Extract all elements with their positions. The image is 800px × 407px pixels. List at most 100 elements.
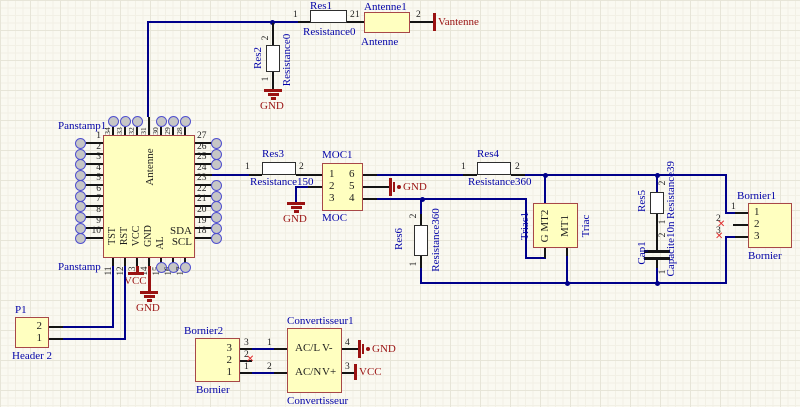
value-label[interactable]: Triac bbox=[580, 215, 592, 238]
wire-segment[interactable] bbox=[377, 174, 463, 176]
no-erc-marker[interactable]: ✕ bbox=[717, 220, 725, 230]
value-label[interactable]: Resistance360 bbox=[430, 208, 442, 272]
wire-segment[interactable] bbox=[566, 256, 568, 284]
value-label[interactable]: Antenne bbox=[361, 36, 398, 48]
value-label[interactable]: Bornier bbox=[748, 250, 782, 262]
pin-pad bbox=[211, 212, 222, 223]
designator-label[interactable]: Convertisseur1 bbox=[287, 315, 354, 327]
wire-segment[interactable] bbox=[420, 282, 727, 284]
designator-label[interactable]: Res6 bbox=[393, 228, 405, 250]
value-label[interactable]: Convertisseur bbox=[287, 395, 348, 407]
wire-segment[interactable] bbox=[147, 21, 149, 117]
value-label[interactable]: Panstamp bbox=[58, 261, 101, 273]
wire-segment[interactable] bbox=[725, 175, 727, 213]
pin-number: 1 bbox=[355, 10, 360, 20]
pin-number: 6 bbox=[88, 184, 101, 194]
pin-number: 2 bbox=[658, 181, 668, 186]
pin-number: 4 bbox=[345, 338, 350, 348]
wire-segment[interactable] bbox=[252, 348, 274, 350]
resistor-res3[interactable] bbox=[262, 162, 296, 175]
junction-dot bbox=[655, 281, 660, 286]
port-vantenne[interactable]: Vantenne bbox=[438, 16, 479, 28]
designator-label[interactable]: Triac1 bbox=[519, 212, 531, 240]
pin-number: 1 bbox=[202, 366, 232, 378]
gnd-bar-dot bbox=[366, 347, 370, 351]
port-bar[interactable] bbox=[433, 13, 436, 31]
pin-number: 2 bbox=[267, 362, 272, 372]
pin-stub bbox=[298, 21, 310, 23]
gnd-earth-icon[interactable] bbox=[140, 291, 158, 294]
no-erc-marker[interactable]: ✕ bbox=[715, 232, 723, 242]
value-label[interactable]: MOC bbox=[322, 212, 347, 224]
value-label[interactable]: Resistance360 bbox=[468, 176, 532, 188]
designator-label[interactable]: Res2 bbox=[252, 47, 264, 69]
pin-number: 30 bbox=[151, 127, 161, 135]
pin-stub bbox=[195, 237, 212, 239]
pin-name: VCC bbox=[132, 226, 142, 247]
wire-segment[interactable] bbox=[63, 338, 126, 340]
gnd-bar-dot bbox=[397, 185, 401, 189]
pin-pad bbox=[211, 138, 222, 149]
resistor-res6[interactable] bbox=[414, 225, 428, 256]
designator-label[interactable]: Res4 bbox=[477, 148, 499, 160]
value-label[interactable]: Bornier bbox=[196, 384, 230, 396]
ic-convertisseur1[interactable] bbox=[287, 328, 342, 393]
gnd-earth-icon[interactable] bbox=[264, 89, 282, 92]
vcc-label: VCC bbox=[359, 366, 382, 378]
pin-number: 2 bbox=[409, 214, 419, 219]
pin-pad bbox=[211, 180, 222, 191]
pin-pad bbox=[75, 233, 86, 244]
gnd-earth-icon[interactable] bbox=[287, 202, 305, 205]
designator-label[interactable]: Antenne1 bbox=[364, 1, 407, 13]
pin-number: 25 bbox=[197, 152, 207, 162]
gnd-bar-icon[interactable] bbox=[358, 340, 361, 358]
wire-segment[interactable] bbox=[63, 326, 114, 328]
designator-label[interactable]: Res5 bbox=[636, 190, 648, 212]
designator-label[interactable]: Cap1 bbox=[636, 241, 648, 264]
value-label[interactable]: Capacite10n bbox=[665, 222, 677, 277]
wire-segment[interactable] bbox=[725, 212, 735, 214]
wire-segment[interactable] bbox=[147, 21, 298, 23]
wire-segment[interactable] bbox=[725, 236, 727, 284]
pin-number: 3 bbox=[329, 192, 335, 204]
gnd-label: GND bbox=[283, 213, 307, 225]
wire-segment[interactable] bbox=[124, 266, 126, 340]
resistor-res5[interactable] bbox=[650, 192, 664, 214]
wire-segment[interactable] bbox=[112, 266, 114, 328]
designator-label[interactable]: P1 bbox=[15, 304, 27, 316]
gnd-label: GND bbox=[136, 302, 160, 314]
value-label[interactable]: Header 2 bbox=[12, 350, 52, 362]
designator-label[interactable]: Bornier2 bbox=[184, 325, 223, 337]
pin-name: TST bbox=[108, 227, 118, 245]
wire-segment[interactable] bbox=[295, 186, 297, 202]
value-label[interactable]: Resistance0 bbox=[281, 34, 293, 87]
wire-segment[interactable] bbox=[725, 236, 735, 238]
vcc-bar-icon[interactable] bbox=[354, 364, 357, 380]
pin-number: 28 bbox=[175, 127, 185, 135]
wire-segment[interactable] bbox=[544, 175, 546, 204]
pin-stub bbox=[566, 248, 568, 256]
wire-segment[interactable] bbox=[525, 257, 546, 259]
wire-segment[interactable] bbox=[252, 372, 274, 374]
pin-number: 24 bbox=[197, 163, 207, 173]
no-erc-marker[interactable]: ✕ bbox=[246, 355, 254, 365]
pin-stub bbox=[49, 338, 63, 340]
resistor-res2[interactable] bbox=[266, 45, 280, 72]
pin-number: 2 bbox=[20, 320, 42, 332]
wire-segment[interactable] bbox=[212, 174, 249, 176]
designator-label[interactable]: Res3 bbox=[262, 148, 284, 160]
antenna-part-antenne1[interactable] bbox=[364, 12, 410, 33]
resistor-res4[interactable] bbox=[477, 162, 511, 175]
value-label[interactable]: Resistance39 bbox=[665, 161, 677, 219]
value-label[interactable]: Resistance0 bbox=[303, 26, 356, 38]
designator-label[interactable]: Bornier1 bbox=[737, 190, 776, 202]
pin-stub bbox=[363, 186, 389, 188]
pin-number: 3 bbox=[88, 152, 101, 162]
pin-number: 3 bbox=[202, 342, 232, 354]
pin-stub bbox=[735, 236, 749, 238]
gnd-bar-icon[interactable] bbox=[389, 178, 392, 196]
wire-segment[interactable] bbox=[377, 198, 527, 200]
designator-label[interactable]: Res1 bbox=[310, 0, 332, 12]
wire-segment[interactable] bbox=[525, 174, 727, 176]
designator-label[interactable]: MOC1 bbox=[322, 149, 353, 161]
